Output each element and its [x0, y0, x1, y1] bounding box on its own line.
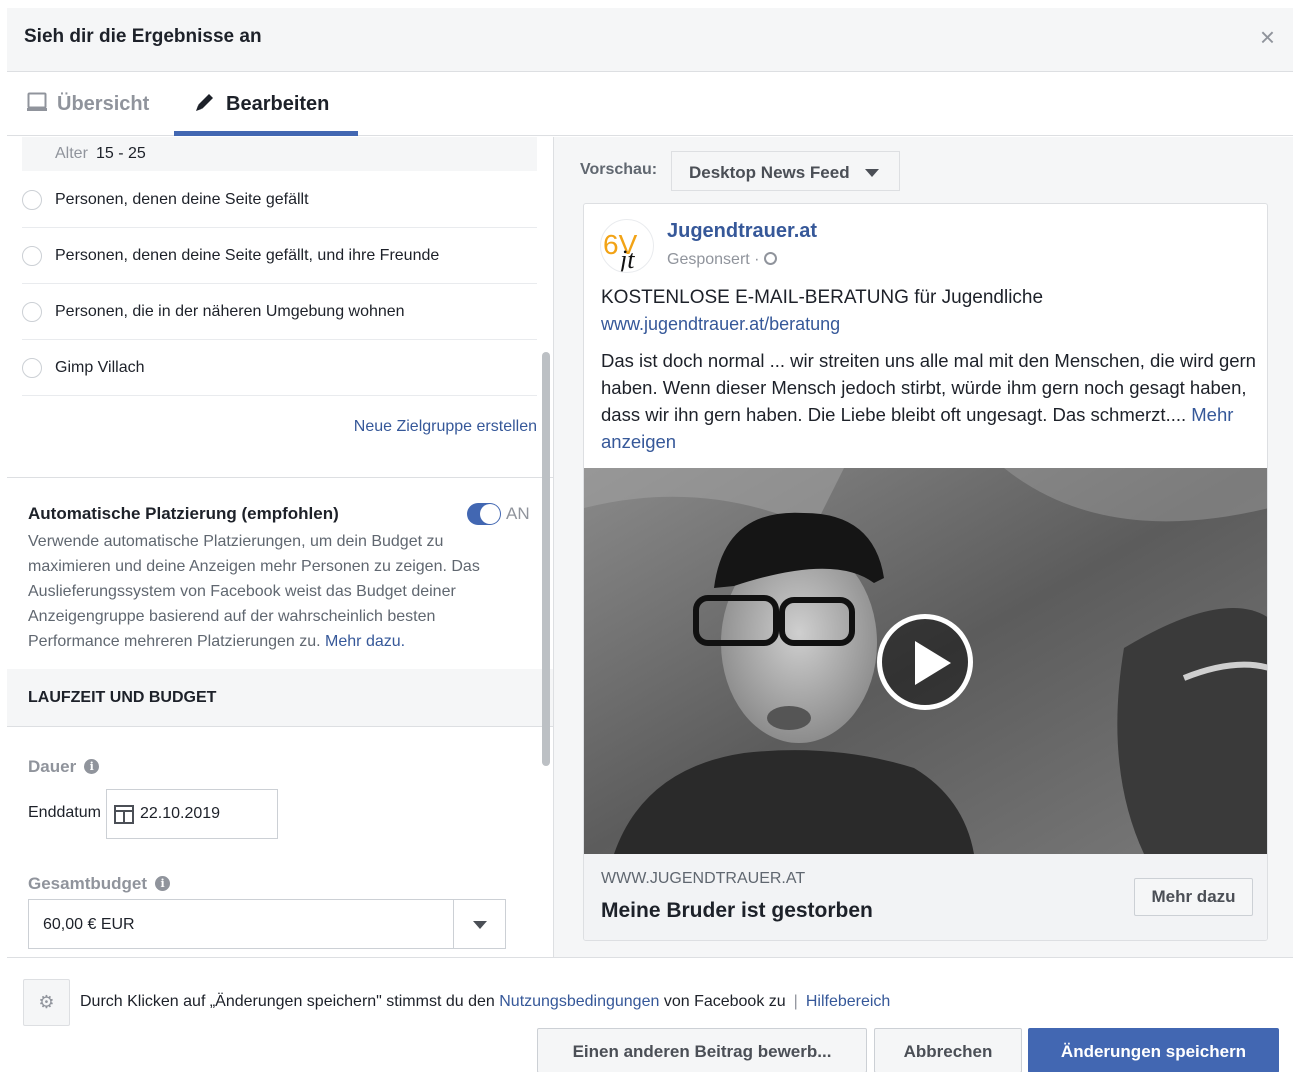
dialog-header: Sieh dir die Ergebnisse an × [7, 8, 1293, 72]
info-icon[interactable]: i [155, 876, 171, 891]
overview-icon [27, 92, 47, 118]
radio-button[interactable] [22, 189, 42, 210]
tab-overview[interactable]: Übersicht [27, 73, 149, 136]
svg-text:jt: jt [617, 245, 635, 273]
globe-icon [763, 252, 777, 265]
audience-option-label: Personen, denen deine Seite gefällt, und… [55, 246, 440, 264]
tab-edit-label: Bearbeiten [226, 93, 330, 115]
age-label: Alter [55, 145, 88, 162]
total-budget-select[interactable]: 60,00 € EUR [28, 899, 506, 949]
radio-button[interactable] [22, 357, 42, 378]
end-date-input[interactable]: 22.10.2019 [106, 789, 278, 839]
placement-preview-select[interactable]: Desktop News Feed [671, 151, 900, 191]
info-icon[interactable]: i [84, 759, 100, 774]
placement-preview-value: Desktop News Feed [689, 163, 850, 182]
divider [7, 477, 553, 478]
age-row: Alter 15 - 25 [22, 137, 537, 171]
audience-option[interactable]: Gimp Villach [22, 340, 537, 396]
tab-bar: Übersicht Bearbeiten [7, 73, 1293, 136]
sponsored-label: Gesponsert · [667, 251, 777, 269]
post-url-link[interactable]: www.jugendtrauer.at/beratung [601, 314, 840, 335]
separator: | [793, 993, 798, 1010]
auto-placement-description-text: Verwende automatische Platzierungen, um … [28, 533, 480, 650]
boost-other-post-button[interactable]: Einen anderen Beitrag bewerb... [537, 1028, 867, 1072]
end-date-value: 22.10.2019 [140, 805, 221, 822]
dialog-footer: ⚙ Durch Klicken auf „Änderungen speicher… [7, 957, 1293, 1072]
auto-placement-description: Verwende automatische Platzierungen, um … [28, 529, 518, 654]
video-thumbnail[interactable] [584, 468, 1267, 854]
cancel-button[interactable]: Abbrechen [874, 1028, 1022, 1072]
calendar-icon [114, 805, 134, 824]
terms-link[interactable]: Nutzungsbedingungen [499, 993, 659, 1010]
toggle-state-label: AN [506, 504, 530, 523]
audience-option-label: Gimp Villach [55, 358, 145, 376]
total-budget-label-text: Gesamtbudget [28, 874, 148, 893]
audience-option-label: Personen, die in der näheren Umgebung wo… [55, 302, 405, 320]
save-changes-button[interactable]: Änderungen speichern [1028, 1028, 1279, 1072]
learn-more-link[interactable]: Mehr dazu. [325, 633, 405, 650]
sponsored-text: Gesponsert · [667, 251, 760, 268]
section-title: LAUFZEIT UND BUDGET [28, 689, 217, 706]
link-title: Meine Bruder ist gestorben [601, 899, 873, 922]
play-icon[interactable] [877, 614, 973, 710]
radio-button[interactable] [22, 245, 42, 266]
scrollbar-thumb[interactable] [542, 352, 550, 766]
new-audience-link[interactable]: Neue Zielgruppe erstellen [354, 418, 537, 436]
audience-option[interactable]: Personen, denen deine Seite gefällt [22, 172, 537, 228]
terms-notice: Durch Klicken auf „Änderungen speichern"… [80, 993, 890, 1011]
caret-down-icon [865, 169, 879, 177]
dialog-title: Sieh dir die Ergebnisse an [24, 26, 262, 47]
settings-panel: Alter 15 - 25 Personen, denen deine Seit… [7, 137, 553, 957]
auto-placement-toggle[interactable] [467, 503, 501, 525]
post-headline: KOSTENLOSE E-MAIL-BERATUNG für Jugendlic… [601, 287, 1044, 308]
boost-post-dialog: Sieh dir die Ergebnisse an × Übersicht B… [7, 8, 1293, 1072]
tab-edit[interactable]: Bearbeiten [194, 73, 329, 136]
duration-label-text: Dauer [28, 757, 77, 776]
auto-placement-title: Automatische Platzierung (empfohlen) [28, 504, 339, 523]
post-body-text: Das ist doch normal ... wir streiten uns… [601, 350, 1256, 425]
post-body: Das ist doch normal ... wir streiten uns… [601, 347, 1261, 455]
link-attachment[interactable]: WWW.JUGENDTRAUER.AT Meine Bruder ist ges… [584, 854, 1267, 940]
age-value: 15 - 25 [96, 145, 146, 162]
tab-overview-label: Übersicht [57, 93, 150, 115]
audience-option[interactable]: Personen, die in der näheren Umgebung wo… [22, 284, 537, 340]
page-logo[interactable]: 6V jt [600, 219, 654, 273]
learn-more-button[interactable]: Mehr dazu [1134, 878, 1253, 916]
total-budget-label: Gesamtbudget i [28, 874, 171, 894]
close-icon[interactable]: × [1260, 24, 1275, 50]
preview-panel: Vorschau: Desktop News Feed 6V jt Jugend… [553, 137, 1293, 957]
gear-icon[interactable]: ⚙ [23, 979, 70, 1026]
end-date-label: Enddatum [28, 804, 101, 821]
pencil-icon [194, 91, 216, 119]
duration-budget-header: LAUFZEIT UND BUDGET [7, 669, 553, 727]
help-center-link[interactable]: Hilfebereich [806, 993, 890, 1010]
page-name-link[interactable]: Jugendtrauer.at [667, 220, 817, 243]
audience-option[interactable]: Personen, denen deine Seite gefällt, und… [22, 228, 537, 284]
active-tab-indicator [174, 131, 358, 136]
link-domain: WWW.JUGENDTRAUER.AT [601, 870, 806, 887]
terms-suffix: von Facebook zu [659, 993, 786, 1010]
ad-preview-card: 6V jt Jugendtrauer.at Gesponsert · KOSTE… [583, 203, 1268, 941]
preview-label: Vorschau: [580, 161, 658, 178]
terms-prefix: Durch Klicken auf „Änderungen speichern"… [80, 993, 500, 1010]
chevron-down-icon[interactable] [453, 900, 505, 948]
duration-label: Dauer i [28, 757, 100, 777]
total-budget-value: 60,00 € EUR [43, 916, 135, 933]
radio-button[interactable] [22, 301, 42, 322]
audience-option-label: Personen, denen deine Seite gefällt [55, 190, 309, 208]
